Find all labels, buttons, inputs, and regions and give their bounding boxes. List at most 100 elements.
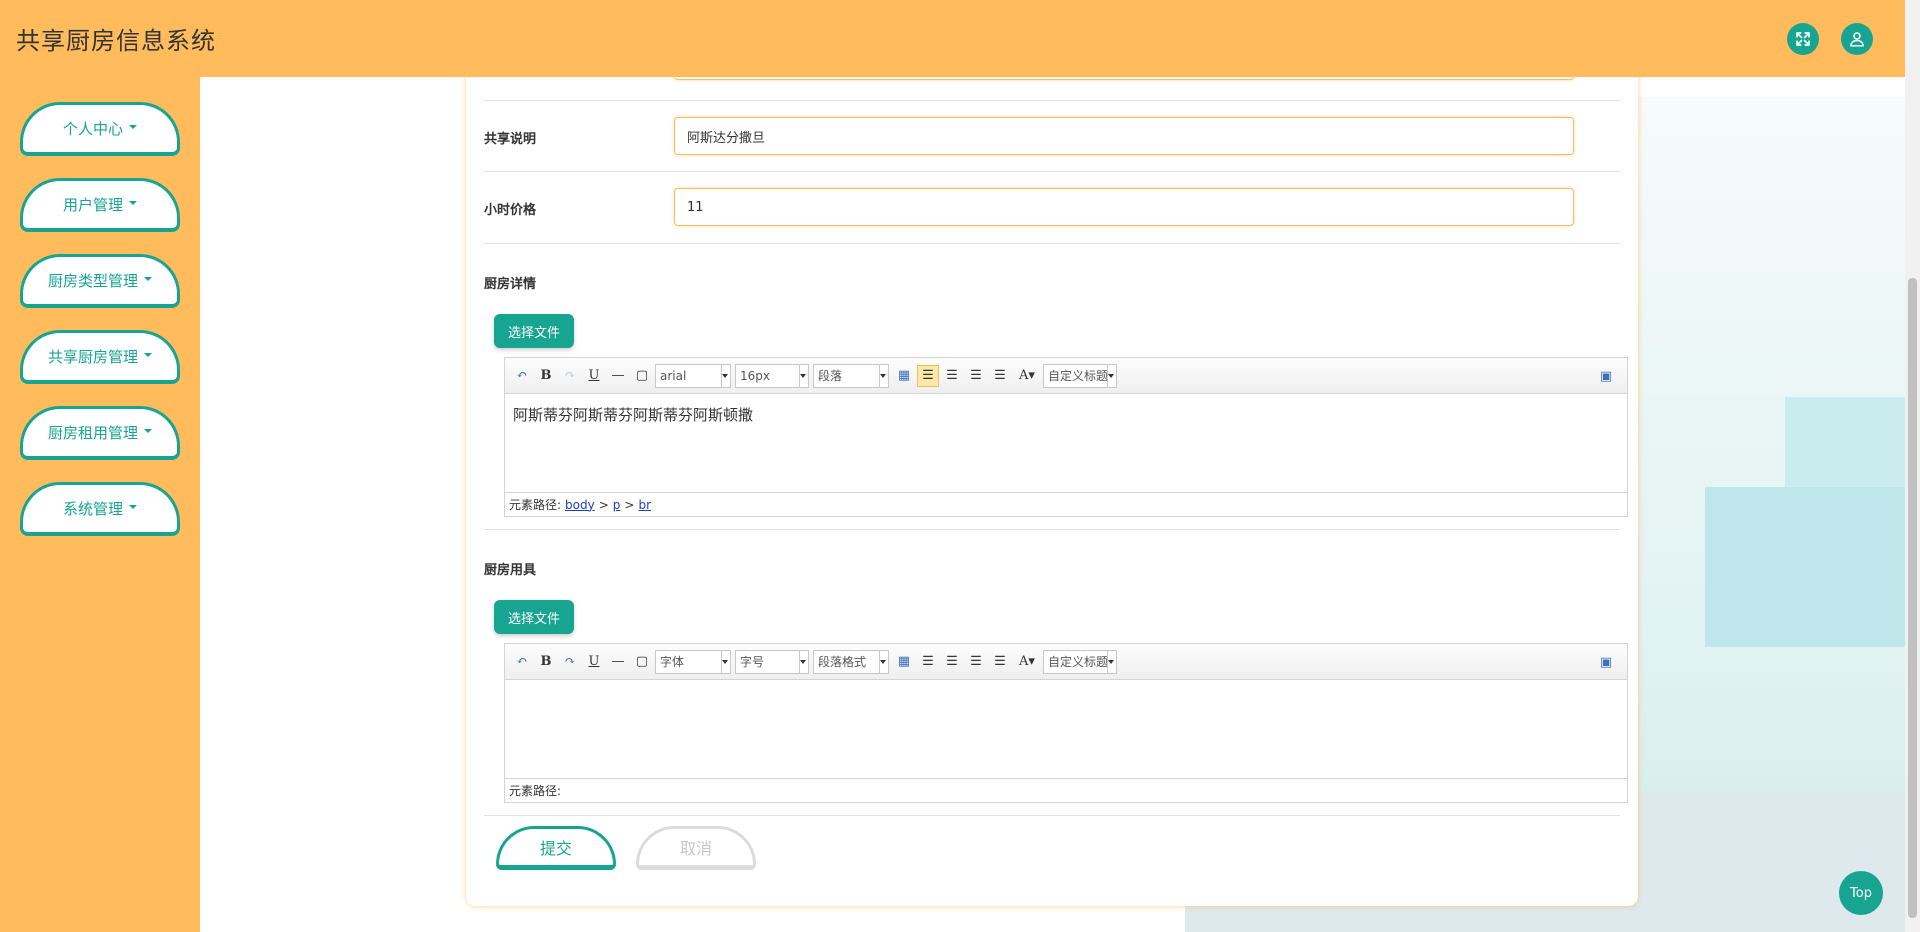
fullscreen-button[interactable] (1787, 22, 1819, 55)
path-body-link[interactable]: body (565, 498, 595, 512)
illustration-stairs (1705, 487, 1905, 647)
editor-content-area[interactable]: 阿斯蒂芬阿斯蒂芬阿斯蒂芬阿斯顿撒 (505, 394, 1627, 492)
custom-title-select[interactable]: 自定义标题 (1043, 649, 1117, 674)
caret-down-icon (144, 276, 152, 281)
underline-icon[interactable]: U (583, 365, 605, 387)
document-icon[interactable]: ▢ (631, 365, 653, 387)
font-size-select[interactable]: 16px (735, 363, 809, 388)
form-row-hour-price: 小时价格 11 (484, 172, 1620, 244)
sidebar-item-kitchen-rental-management[interactable]: 厨房租用管理 (20, 406, 180, 460)
align-justify-icon[interactable]: ☰ (989, 651, 1011, 673)
kitchen-detail-editor: ↶ B ↷ U — ▢ arial 16px 段落 ▦ ☰ ☰ ☰ ☰ A▾ 自… (504, 357, 1628, 517)
bold-icon[interactable]: B (535, 651, 557, 673)
app-title: 共享厨房信息系统 (16, 27, 216, 55)
editor-content-area[interactable] (505, 680, 1627, 778)
user-button[interactable] (1841, 22, 1873, 55)
undo-icon[interactable]: ↶ (511, 651, 533, 673)
scrollbar-thumb[interactable] (1908, 278, 1917, 918)
align-left-icon[interactable]: ☰ (917, 651, 939, 673)
align-right-icon[interactable]: ☰ (941, 651, 963, 673)
form-card: 共享说明 阿斯达分撒旦 小时价格 11 厨房详情 选择文件 ↶ B ↷ U — … (466, 46, 1638, 906)
cancel-button[interactable]: 取消 (636, 826, 756, 870)
share-desc-input[interactable]: 阿斯达分撒旦 (674, 117, 1574, 155)
path-br-link[interactable]: br (638, 498, 651, 512)
path-p-link[interactable]: p (613, 498, 621, 512)
sidebar-item-label: 厨房类型管理 (47, 272, 138, 290)
caret-down-icon (129, 504, 137, 509)
paragraph-select[interactable]: 段落 (813, 363, 889, 388)
fullscreen-editor-icon[interactable]: ▣ (1595, 365, 1617, 387)
kitchen-tools-file-button[interactable]: 选择文件 (494, 600, 574, 634)
paragraph-select[interactable]: 段落格式 (813, 649, 889, 674)
caret-down-icon (144, 428, 152, 433)
form-row-share-desc: 共享说明 阿斯达分撒旦 (484, 101, 1620, 172)
sidebar-item-label: 共享厨房管理 (47, 348, 138, 366)
sidebar-item-user-management[interactable]: 用户管理 (20, 178, 180, 232)
font-family-value: 字体 (660, 655, 685, 669)
font-family-select[interactable]: arial (655, 363, 731, 388)
sidebar-item-shared-kitchen-management[interactable]: 共享厨房管理 (20, 330, 180, 384)
font-family-value: arial (660, 368, 687, 383)
caret-down-icon (144, 352, 152, 357)
align-center-icon[interactable]: ☰ (965, 365, 987, 387)
table-icon[interactable]: ▦ (893, 365, 915, 387)
font-size-select[interactable]: 字号 (735, 649, 809, 674)
paragraph-value: 段落格式 (818, 655, 867, 669)
editor-status-bar: 元素路径: (505, 778, 1627, 802)
custom-title-value: 自定义标题 (1048, 655, 1109, 669)
kitchen-tools-label: 厨房用具 (484, 563, 537, 578)
sidebar-item-label: 个人中心 (62, 120, 123, 138)
sidebar-item-personal-center[interactable]: 个人中心 (20, 102, 180, 156)
element-path-label: 元素路径: (509, 784, 562, 798)
caret-down-icon (129, 124, 137, 129)
underline-icon[interactable]: U (583, 651, 605, 673)
align-right-icon[interactable]: ☰ (941, 365, 963, 387)
page-scrollbar[interactable] (1905, 0, 1920, 932)
align-center-icon[interactable]: ☰ (965, 651, 987, 673)
horizontal-rule-icon[interactable]: — (607, 365, 629, 387)
hour-price-input[interactable]: 11 (674, 188, 1574, 226)
kitchen-tools-editor: ↶ B ↷ U — ▢ 字体 字号 段落格式 ▦ ☰ ☰ ☰ ☰ A▾ 自定义标… (504, 643, 1628, 803)
fullscreen-editor-icon[interactable]: ▣ (1595, 651, 1617, 673)
font-family-select[interactable]: 字体 (655, 649, 731, 674)
redo-icon[interactable]: ↷ (559, 365, 581, 387)
horizontal-rule-icon[interactable]: — (607, 651, 629, 673)
editor-toolbar: ↶ B ↷ U — ▢ 字体 字号 段落格式 ▦ ☰ ☰ ☰ ☰ A▾ 自定义标… (505, 644, 1627, 680)
align-justify-icon[interactable]: ☰ (989, 365, 1011, 387)
top-header: 共享厨房信息系统 (0, 0, 1905, 77)
submit-button[interactable]: 提交 (496, 826, 616, 870)
form-row-kitchen-detail: 厨房详情 选择文件 ↶ B ↷ U — ▢ arial 16px 段落 ▦ ☰ … (484, 244, 1628, 530)
sidebar-item-label: 用户管理 (62, 196, 123, 214)
header-actions (1787, 22, 1873, 55)
path-separator: > (598, 497, 609, 512)
expand-icon (1796, 31, 1810, 46)
hour-price-label: 小时价格 (484, 203, 537, 218)
table-icon[interactable]: ▦ (893, 651, 915, 673)
custom-title-value: 自定义标题 (1048, 369, 1109, 383)
document-icon[interactable]: ▢ (631, 651, 653, 673)
custom-title-select[interactable]: 自定义标题 (1043, 363, 1117, 388)
kitchen-detail-label: 厨房详情 (484, 277, 537, 292)
align-left-icon[interactable]: ☰ (917, 364, 939, 387)
font-color-icon[interactable]: A▾ (1013, 651, 1041, 673)
user-icon (1850, 31, 1864, 46)
sidebar-item-label: 厨房租用管理 (47, 424, 138, 442)
path-separator: > (624, 497, 635, 512)
undo-icon[interactable]: ↶ (511, 365, 533, 387)
sidebar: 个人中心 用户管理 厨房类型管理 共享厨房管理 厨房租用管理 系统管理 (0, 77, 200, 932)
sidebar-item-system-management[interactable]: 系统管理 (20, 482, 180, 536)
font-size-value: 字号 (740, 655, 765, 669)
back-to-top-button[interactable]: Top (1839, 871, 1883, 915)
sidebar-item-kitchen-type-management[interactable]: 厨房类型管理 (20, 254, 180, 308)
editor-status-bar: 元素路径: body > p > br (505, 492, 1627, 516)
paragraph-value: 段落 (818, 369, 843, 383)
sidebar-item-label: 系统管理 (62, 500, 123, 518)
share-desc-label: 共享说明 (484, 132, 537, 147)
editor-toolbar: ↶ B ↷ U — ▢ arial 16px 段落 ▦ ☰ ☰ ☰ ☰ A▾ 自… (505, 358, 1627, 394)
redo-icon[interactable]: ↷ (559, 651, 581, 673)
kitchen-detail-file-button[interactable]: 选择文件 (494, 314, 574, 348)
bold-icon[interactable]: B (535, 365, 557, 387)
illustration-stairs (1785, 397, 1905, 487)
font-color-icon[interactable]: A▾ (1013, 365, 1041, 387)
form-row-kitchen-tools: 厨房用具 选择文件 ↶ B ↷ U — ▢ 字体 字号 段落格式 ▦ ☰ ☰ ☰… (484, 530, 1628, 816)
